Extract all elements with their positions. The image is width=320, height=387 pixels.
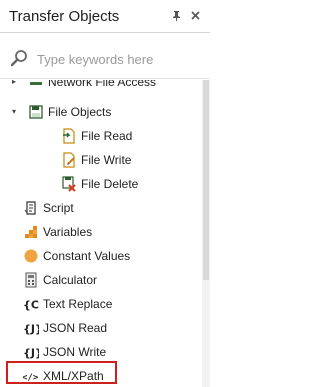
pin-icon[interactable] bbox=[170, 9, 183, 22]
tree-item-label: File Read bbox=[81, 129, 133, 143]
highlight-box bbox=[6, 361, 117, 384]
tree-item-calculator[interactable]: Calculator bbox=[23, 270, 97, 290]
tree-item-json-read[interactable]: {J} JSON Read bbox=[23, 318, 107, 338]
calculator-icon bbox=[23, 272, 39, 288]
search-icon bbox=[9, 48, 29, 68]
json-write-icon: {J} bbox=[23, 344, 43, 360]
file-read-icon bbox=[61, 128, 77, 144]
scrollbar-thumb[interactable] bbox=[203, 80, 209, 280]
tree-item-file-delete[interactable]: File Delete bbox=[61, 174, 138, 194]
panel-header: Transfer Objects bbox=[0, 0, 210, 33]
constant-values-icon bbox=[23, 248, 39, 264]
tree-item-file-objects[interactable]: ▾ File Objects bbox=[12, 102, 111, 122]
tree-item-label: File Write bbox=[81, 153, 132, 167]
tree-item-json-write[interactable]: {J} JSON Write bbox=[23, 342, 106, 362]
tree-item-script[interactable]: Script bbox=[23, 198, 74, 218]
file-objects-icon bbox=[28, 104, 44, 120]
svg-text:{J}: {J} bbox=[23, 323, 39, 336]
script-icon bbox=[23, 200, 39, 216]
transfer-objects-panel: Transfer Objects ▸ bbox=[0, 0, 210, 387]
file-delete-icon bbox=[61, 176, 77, 192]
object-tree: ▸ Network File Access ▾ File Objects Fil… bbox=[0, 80, 202, 387]
json-read-icon: {J} bbox=[23, 320, 43, 336]
file-write-icon bbox=[61, 152, 77, 168]
tree-item-label: JSON Write bbox=[43, 345, 107, 359]
network-file-icon bbox=[28, 80, 44, 90]
tree-item-label: Script bbox=[43, 201, 74, 215]
variables-icon bbox=[23, 224, 39, 240]
tree-item-variables[interactable]: Variables bbox=[23, 222, 92, 242]
vertical-scrollbar[interactable] bbox=[202, 80, 210, 387]
collapse-arrow-icon[interactable]: ▾ bbox=[12, 107, 22, 117]
tree-item-file-read[interactable]: File Read bbox=[61, 126, 132, 146]
tree-item-text-replace[interactable]: {C} Text Replace bbox=[23, 294, 112, 314]
search-box[interactable] bbox=[4, 44, 204, 74]
panel-title: Transfer Objects bbox=[9, 8, 120, 25]
svg-text:{J}: {J} bbox=[23, 347, 39, 360]
search-input[interactable] bbox=[37, 50, 197, 68]
tree-item-label: Calculator bbox=[43, 273, 98, 287]
tree-item-label: Network File Access bbox=[48, 80, 157, 89]
close-icon[interactable] bbox=[189, 9, 202, 22]
tree-item-label: JSON Read bbox=[43, 321, 108, 335]
svg-text:{C}: {C} bbox=[23, 299, 39, 312]
search-divider bbox=[0, 78, 210, 79]
tree-item-label: Variables bbox=[43, 225, 93, 239]
tree-item-label: File Objects bbox=[48, 105, 112, 119]
tree-item-network-file-access[interactable]: ▸ Network File Access bbox=[12, 80, 156, 92]
tree-item-constant-values[interactable]: Constant Values bbox=[23, 246, 130, 266]
tree-item-label: File Delete bbox=[81, 177, 139, 191]
tree-item-label: Text Replace bbox=[43, 297, 113, 311]
tree-item-file-write[interactable]: File Write bbox=[61, 150, 131, 170]
expand-arrow-icon[interactable]: ▸ bbox=[12, 80, 22, 87]
text-replace-icon: {C} bbox=[23, 296, 47, 312]
tree-item-label: Constant Values bbox=[43, 249, 131, 263]
